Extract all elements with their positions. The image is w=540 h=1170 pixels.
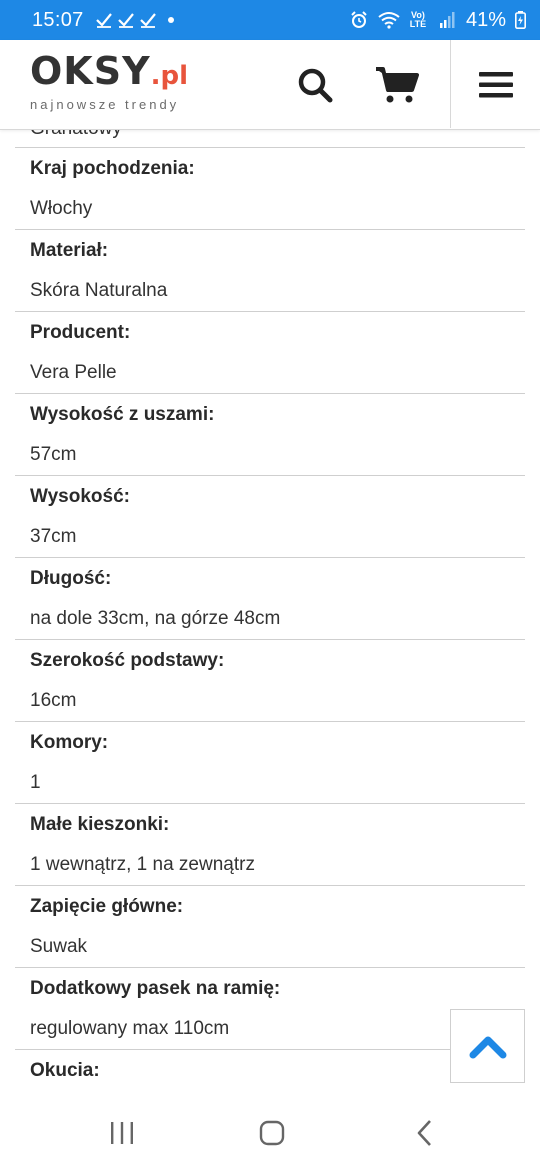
spec-row: Komory: 1 xyxy=(15,722,525,804)
volte-label: Vo) LTE xyxy=(409,10,427,29)
spec-row: Małe kieszonki: 1 wewnątrz, 1 na zewnątrz xyxy=(15,804,525,886)
spec-value: regulowany max 110cm xyxy=(30,1018,230,1039)
cart-button[interactable] xyxy=(372,60,422,110)
spec-label: Dodatkowy pasek na ramię: xyxy=(30,978,281,999)
product-specs: Granatowy Kraj pochodzenia: Włochy Materi… xyxy=(15,130,525,1132)
header-divider xyxy=(450,40,451,128)
spec-row: Producent: Vera Pelle xyxy=(15,312,525,394)
back-button[interactable] xyxy=(405,1118,445,1148)
logo-suffix: .pl xyxy=(150,61,189,91)
spec-value: 57cm xyxy=(30,444,77,465)
signal-icon xyxy=(436,9,458,31)
spec-partial-row: Granatowy xyxy=(15,130,525,148)
spec-label: Szerokość podstawy: xyxy=(30,650,225,671)
spec-label: Komory: xyxy=(30,732,109,753)
logo-tagline: najnowsze trendy xyxy=(30,97,180,112)
check-notification-icon xyxy=(117,13,134,28)
home-button[interactable] xyxy=(252,1118,292,1148)
spec-value: Vera Pelle xyxy=(30,362,117,383)
spec-row: Materiał: Skóra Naturalna xyxy=(15,230,525,312)
check-notification-icon xyxy=(139,13,156,28)
scroll-to-top-button[interactable] xyxy=(450,1009,525,1083)
site-logo[interactable]: OKSY.pl najnowsze trendy xyxy=(30,48,188,112)
more-notifications-dot xyxy=(167,17,174,23)
spec-partial-value: Granatowy xyxy=(30,130,122,140)
home-icon xyxy=(259,1120,285,1146)
recent-apps-button[interactable] xyxy=(102,1118,142,1148)
spec-value: Suwak xyxy=(30,936,88,957)
spec-value: Włochy xyxy=(30,198,93,219)
spec-value: 1 xyxy=(30,772,41,793)
chevron-up-icon xyxy=(469,1036,506,1059)
search-button[interactable] xyxy=(290,60,340,110)
spec-label: Zapięcie główne: xyxy=(30,896,184,917)
notification-icons xyxy=(95,12,156,28)
logo-main-text: OKSY xyxy=(30,49,151,93)
spec-label: Wysokość z uszami: xyxy=(30,404,215,425)
spec-value: 16cm xyxy=(30,690,77,711)
status-bar: 15:07 Vo) LTE 41% xyxy=(0,0,540,40)
spec-row: Długość: na dole 33cm, na górze 48cm xyxy=(15,558,525,640)
battery-percent: 41% xyxy=(465,8,506,31)
spec-row: Wysokość: 37cm xyxy=(15,476,525,558)
menu-button[interactable] xyxy=(471,60,521,110)
spec-row: Dodatkowy pasek na ramię: regulowany max … xyxy=(15,968,525,1050)
check-notification-icon xyxy=(95,13,112,28)
cart-icon xyxy=(376,67,419,103)
back-icon xyxy=(417,1120,431,1146)
spec-label: Okucia: xyxy=(30,1060,100,1081)
spec-row: Zapięcie główne: Suwak xyxy=(15,886,525,968)
spec-value: Skóra Naturalna xyxy=(30,280,168,301)
search-icon xyxy=(298,68,333,103)
recent-apps-icon xyxy=(111,1122,133,1144)
spec-label: Małe kieszonki: xyxy=(30,814,170,835)
spec-label: Kraj pochodzenia: xyxy=(30,158,195,179)
alarm-icon xyxy=(348,9,370,31)
logo-wordmark: OKSY.pl xyxy=(30,48,188,99)
spec-row: Wysokość z uszami: 57cm xyxy=(15,394,525,476)
menu-icon xyxy=(479,72,513,98)
status-time: 15:07 xyxy=(32,8,84,31)
spec-row: Szerokość podstawy: 16cm xyxy=(15,640,525,722)
wifi-icon xyxy=(378,9,400,31)
spec-value: 1 wewnątrz, 1 na zewnątrz xyxy=(30,854,255,875)
spec-label: Wysokość: xyxy=(30,486,130,507)
spec-label: Materiał: xyxy=(30,240,109,261)
spec-label: Producent: xyxy=(30,322,131,343)
battery-charging-icon xyxy=(514,9,526,31)
spec-row: Kraj pochodzenia: Włochy xyxy=(15,148,525,230)
site-header: OKSY.pl najnowsze trendy xyxy=(0,40,540,130)
system-nav-bar xyxy=(0,1096,540,1170)
spec-value: 37cm xyxy=(30,526,77,547)
spec-label: Długość: xyxy=(30,568,112,589)
spec-value: na dole 33cm, na górze 48cm xyxy=(30,608,281,629)
